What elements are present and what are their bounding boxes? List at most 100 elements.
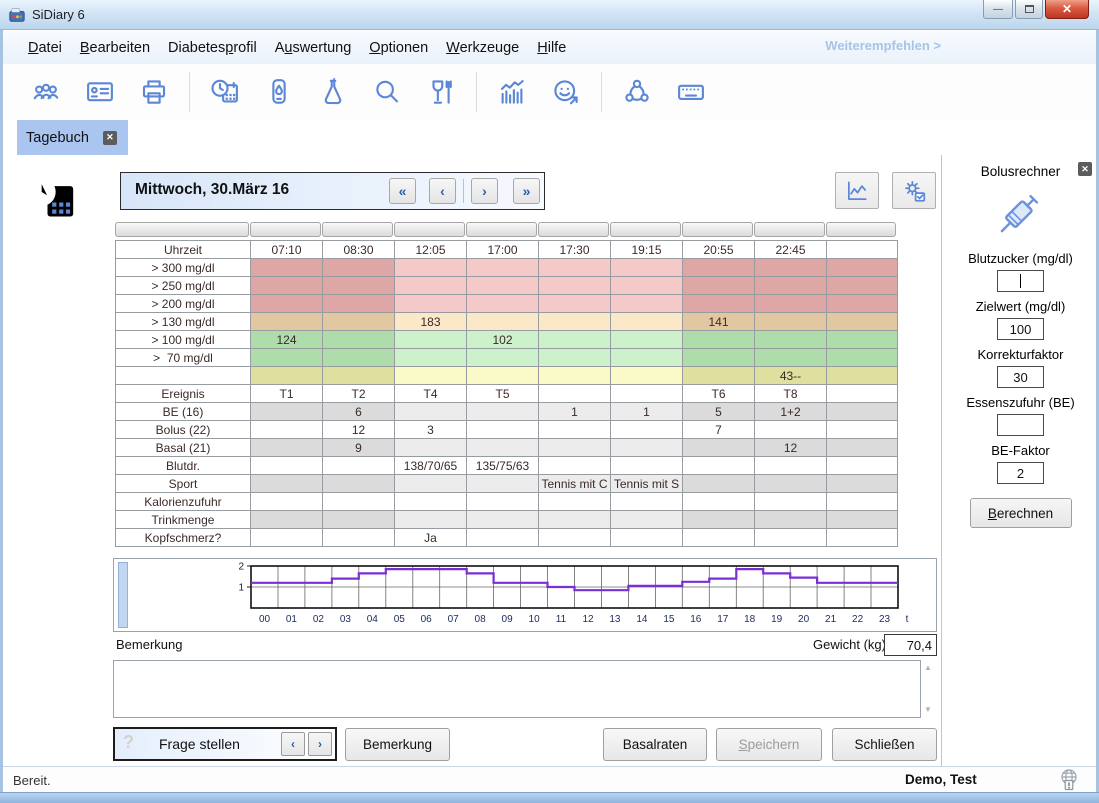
diary-cell[interactable]: [827, 385, 898, 403]
diary-cell[interactable]: [683, 439, 755, 457]
diary-cell[interactable]: [827, 367, 898, 385]
next-day-button[interactable]: ›: [471, 178, 498, 204]
diary-cell[interactable]: [323, 475, 395, 493]
diary-cell[interactable]: [827, 475, 898, 493]
diary-cell[interactable]: [539, 313, 611, 331]
diary-cell[interactable]: [827, 331, 898, 349]
last-day-button[interactable]: »: [513, 178, 540, 204]
diary-cell[interactable]: T5: [467, 385, 539, 403]
diary-cell[interactable]: [827, 493, 898, 511]
diary-cell[interactable]: [395, 511, 467, 529]
diary-cell[interactable]: 12: [755, 439, 827, 457]
scroll-up-icon[interactable]: ▲: [924, 663, 932, 672]
diary-cell[interactable]: 1: [539, 403, 611, 421]
diary-cell[interactable]: [683, 529, 755, 547]
diary-cell[interactable]: [755, 349, 827, 367]
diary-cell[interactable]: 20:55: [683, 241, 755, 259]
recommend-link[interactable]: Weiterempfehlen >: [825, 38, 941, 53]
diary-cell[interactable]: [683, 259, 755, 277]
diary-cell[interactable]: [467, 511, 539, 529]
ask-prev-button[interactable]: ‹: [281, 732, 305, 756]
diary-cell[interactable]: [323, 529, 395, 547]
diary-cell[interactable]: T4: [395, 385, 467, 403]
diary-cell[interactable]: [539, 511, 611, 529]
trend-chart-button[interactable]: [835, 172, 879, 209]
ask-question-group[interactable]: ? Frage stellen ‹ ›: [113, 727, 337, 761]
diary-cell[interactable]: [611, 295, 683, 313]
grid-settings-button[interactable]: [892, 172, 936, 209]
diary-cell[interactable]: [611, 349, 683, 367]
diary-cell[interactable]: [467, 421, 539, 439]
diary-cell[interactable]: 6: [323, 403, 395, 421]
diary-cell[interactable]: 9: [323, 439, 395, 457]
minimize-button[interactable]: —: [983, 0, 1013, 19]
diary-cell[interactable]: 22:45: [755, 241, 827, 259]
diary-cell[interactable]: [539, 385, 611, 403]
basal-rates-button[interactable]: Basalraten: [603, 728, 707, 761]
diary-cell[interactable]: [611, 331, 683, 349]
diary-cell[interactable]: [539, 349, 611, 367]
diary-cell[interactable]: [467, 295, 539, 313]
diary-cell[interactable]: 19:15: [611, 241, 683, 259]
diary-cell[interactable]: [611, 439, 683, 457]
diary-cell[interactable]: 1: [611, 403, 683, 421]
column-header-button[interactable]: [322, 222, 393, 237]
diary-cell[interactable]: [395, 295, 467, 313]
diary-cell[interactable]: [467, 349, 539, 367]
diary-cell[interactable]: [467, 403, 539, 421]
diary-cell[interactable]: [251, 493, 323, 511]
diary-cell[interactable]: T8: [755, 385, 827, 403]
users-icon[interactable]: [31, 77, 61, 107]
diary-cell[interactable]: 08:30: [323, 241, 395, 259]
diary-cell[interactable]: [539, 439, 611, 457]
diary-cell[interactable]: [539, 259, 611, 277]
diary-cell[interactable]: [323, 367, 395, 385]
diary-cell[interactable]: [827, 295, 898, 313]
diary-cell[interactable]: 12:05: [395, 241, 467, 259]
menu-bearbeiten[interactable]: Bearbeiten: [71, 36, 159, 60]
diary-cell[interactable]: Ja: [395, 529, 467, 547]
diary-cell[interactable]: [395, 331, 467, 349]
diary-cell[interactable]: Tennis mit S: [611, 475, 683, 493]
diary-cell[interactable]: 07:10: [251, 241, 323, 259]
diary-cell[interactable]: [827, 457, 898, 475]
diary-cell[interactable]: [467, 475, 539, 493]
diary-cell[interactable]: [611, 511, 683, 529]
diary-cell[interactable]: [827, 403, 898, 421]
diary-cell[interactable]: 141: [683, 313, 755, 331]
diary-cell[interactable]: 1+2: [755, 403, 827, 421]
diary-cell[interactable]: [395, 493, 467, 511]
diary-cell[interactable]: [395, 439, 467, 457]
diary-cell[interactable]: [827, 529, 898, 547]
lab-flask-icon[interactable]: [318, 77, 348, 107]
diary-cell[interactable]: [251, 277, 323, 295]
scroll-down-icon[interactable]: ▼: [924, 705, 932, 714]
diary-cell[interactable]: [539, 367, 611, 385]
diary-cell[interactable]: T1: [251, 385, 323, 403]
diary-cell[interactable]: [395, 475, 467, 493]
diary-cell[interactable]: [755, 259, 827, 277]
diary-cell[interactable]: 12: [323, 421, 395, 439]
diary-cell[interactable]: [323, 349, 395, 367]
column-header-button[interactable]: [466, 222, 537, 237]
diary-cell[interactable]: [755, 421, 827, 439]
diary-cell[interactable]: [827, 259, 898, 277]
column-header-button[interactable]: [538, 222, 609, 237]
first-day-button[interactable]: «: [389, 178, 416, 204]
diary-cell[interactable]: [755, 511, 827, 529]
diary-cell[interactable]: [755, 493, 827, 511]
diary-cell[interactable]: [683, 367, 755, 385]
diary-cell[interactable]: 138/70/65: [395, 457, 467, 475]
column-header-button[interactable]: [682, 222, 753, 237]
remark-button[interactable]: Bemerkung: [345, 728, 450, 761]
diary-cell[interactable]: [611, 277, 683, 295]
diary-cell[interactable]: [251, 421, 323, 439]
diary-cell[interactable]: [755, 295, 827, 313]
diary-cell[interactable]: [395, 259, 467, 277]
keyboard-icon[interactable]: [676, 77, 706, 107]
column-header-button[interactable]: [115, 222, 249, 237]
diary-cell[interactable]: [251, 313, 323, 331]
menu-datei[interactable]: Datei: [19, 36, 71, 60]
diary-cell[interactable]: [827, 313, 898, 331]
panel-close-icon[interactable]: ✕: [1078, 162, 1092, 176]
